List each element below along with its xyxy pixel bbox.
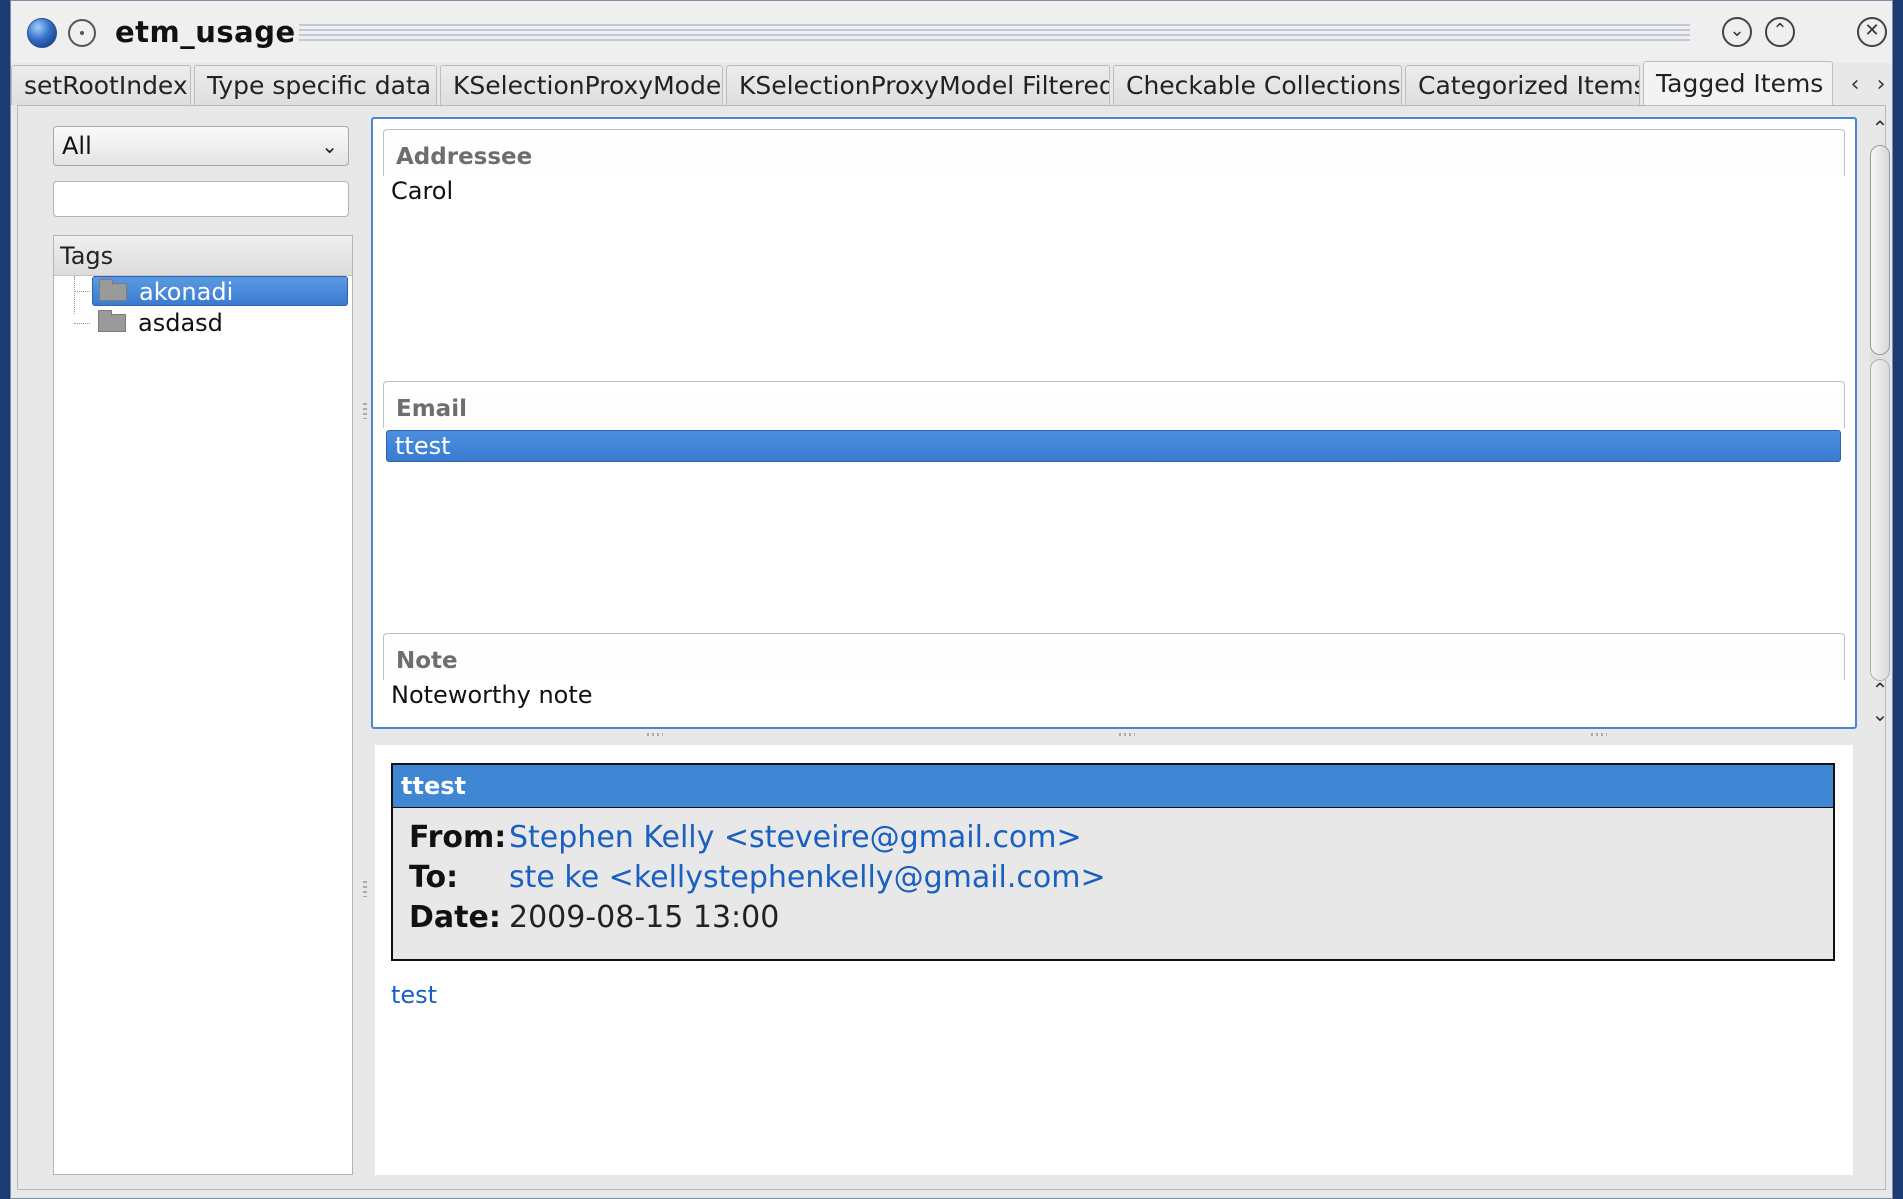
chevron-down-icon: ⌄ [321,134,338,158]
tab-kselectionproxymodel-filtered[interactable]: KSelectionProxyModel Filtered [726,65,1110,105]
title-bar[interactable]: etm_usage ⌄ ⌃ ✕ [11,1,1892,63]
window-title: etm_usage [115,15,296,49]
tree-branch-line [74,276,75,314]
message-body: test [391,981,438,1009]
list-item[interactable]: Noteworthy note [383,680,1845,710]
tab-scroll-left-icon[interactable]: ‹ [1843,71,1867,99]
tab-type-specific-data[interactable]: Type specific data [194,65,437,105]
app-globe-icon[interactable] [27,18,57,48]
all-desktops-button[interactable] [68,19,96,47]
tree-branch-line [74,323,90,324]
tab-scroll-right-icon[interactable]: › [1869,71,1892,99]
scrollbar-groove [1870,359,1890,681]
date-label: Date: [409,900,501,935]
tab-checkable-collections[interactable]: Checkable Collections [1113,65,1402,105]
folder-icon [99,279,127,301]
message-viewer[interactable]: ttest From: Stephen Kelly <steveire@gmai… [375,745,1853,1175]
list-scrollbar[interactable]: ⌃ ⌃ ⌄ [1866,117,1892,729]
tab-kselectionproxymodel[interactable]: KSelectionProxyModel [440,65,723,105]
scrollbar-thumb[interactable] [1870,145,1890,355]
tree-branch-line [74,291,90,292]
splitter-handle[interactable] [363,403,367,419]
tag-label: asdasd [138,309,223,337]
tag-item-akonadi[interactable]: akonadi [92,276,348,306]
item-type-combo-value: All [62,132,92,160]
message-header-box: ttest From: Stephen Kelly <steveire@gmai… [391,763,1835,961]
to-link[interactable]: ste ke <kellystephenkelly@gmail.com> [509,859,1106,897]
folder-icon [98,310,126,332]
tag-filter-input[interactable] [53,181,349,217]
from-link[interactable]: Stephen Kelly <steveire@gmail.com> [509,819,1082,857]
scrollbar-track[interactable] [1870,145,1890,681]
scroll-up-icon[interactable]: ⌃ [1866,117,1892,139]
tab-categorized-items[interactable]: Categorized Items [1405,65,1640,105]
tab-setrootindex[interactable]: setRootIndex [11,65,191,105]
maximize-button[interactable]: ⌃ [1765,17,1795,47]
category-header: Email [383,381,1845,428]
title-bar-grip [299,24,1690,42]
to-label: To: [409,860,459,895]
splitter-handle[interactable] [1119,733,1135,736]
tag-item-asdasd[interactable]: asdasd [92,308,348,338]
scroll-up-icon[interactable]: ⌃ [1866,679,1892,701]
message-subject: ttest [393,765,1833,808]
category-header: Addressee [383,129,1845,176]
tags-tree[interactable]: Tags akonadi asdasd [53,235,353,1175]
minimize-button[interactable]: ⌄ [1722,17,1752,47]
app-window: etm_usage ⌄ ⌃ ✕ setRootIndex Type specif… [10,0,1893,1199]
tags-column-header[interactable]: Tags [54,236,352,276]
splitter-handle[interactable] [1591,733,1607,736]
category-email: Email ttest [383,381,1845,462]
splitter-handle[interactable] [647,733,663,736]
category-addressee: Addressee Carol [383,129,1845,206]
date-value: 2009-08-15 13:00 [509,900,780,935]
splitter-handle[interactable] [363,881,367,897]
list-item[interactable]: ttest [386,430,1841,462]
category-header: Note [383,633,1845,680]
scroll-down-icon[interactable]: ⌄ [1866,703,1892,725]
tag-label: akonadi [139,278,234,306]
categorized-item-list[interactable]: Addressee Carol Email ttest Note Notewor… [371,117,1857,729]
tab-bar: setRootIndex Type specific data KSelecti… [11,61,1892,107]
item-type-combo[interactable]: All ⌄ [53,126,349,166]
list-item[interactable]: Carol [383,176,1845,206]
category-note: Note Noteworthy note [383,633,1845,710]
from-label: From: [409,820,507,855]
close-button[interactable]: ✕ [1857,17,1887,47]
tab-tagged-items[interactable]: Tagged Items [1643,61,1833,107]
